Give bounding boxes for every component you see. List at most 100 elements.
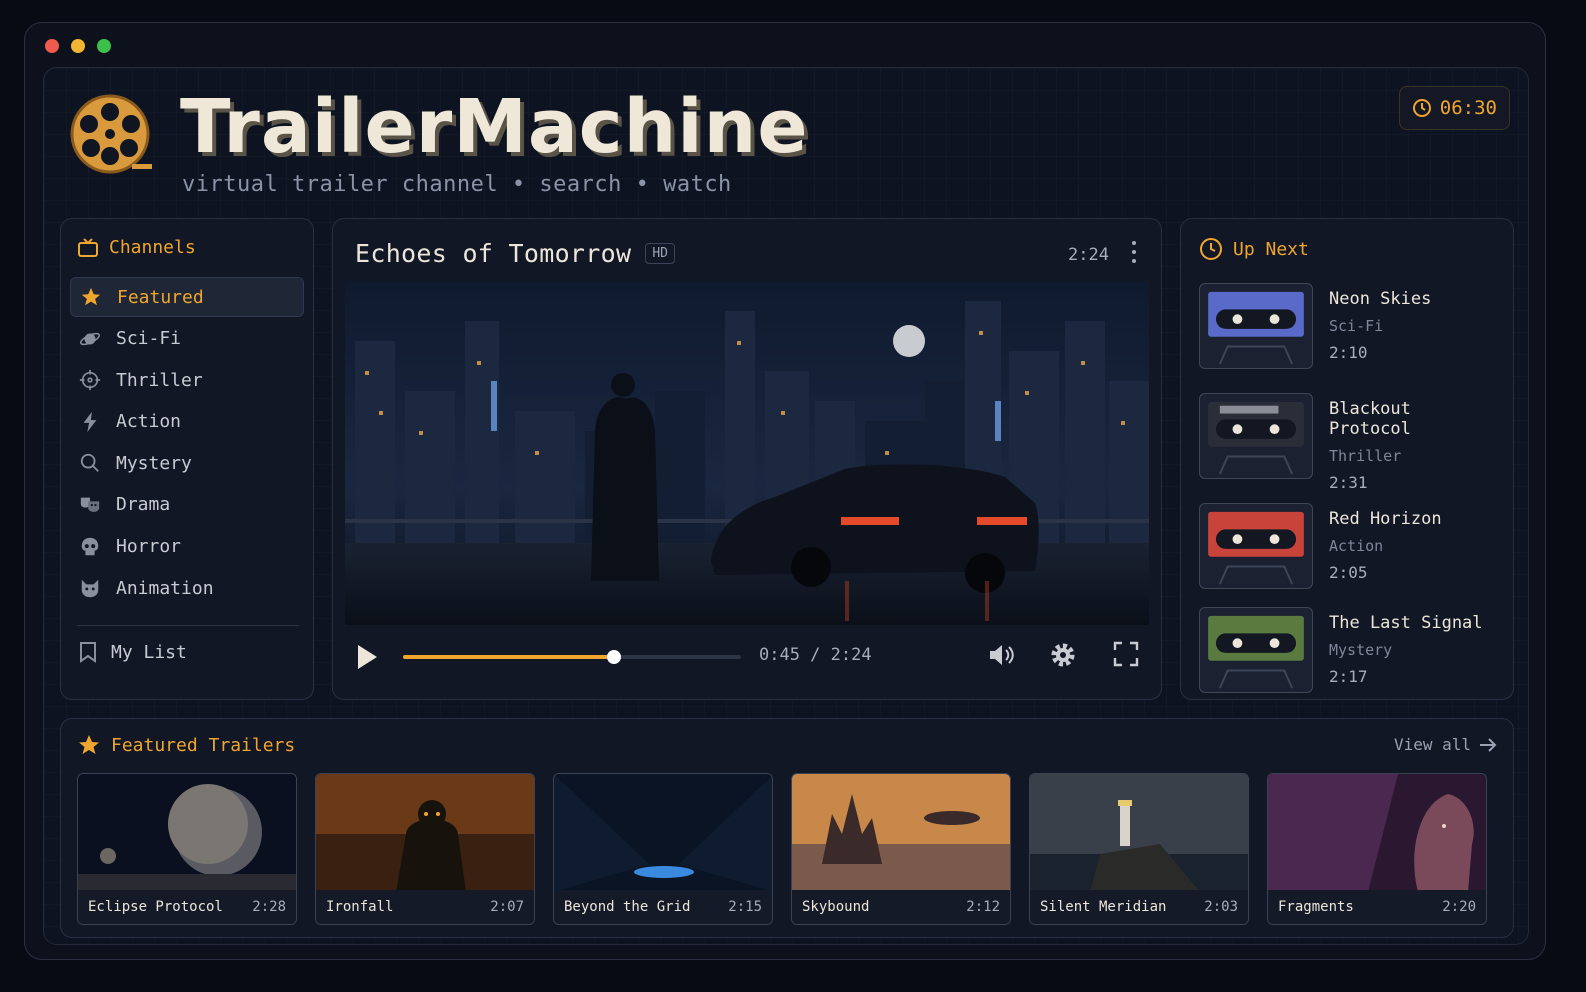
up-next-item-time: 2:10 bbox=[1329, 343, 1368, 362]
bookmark-icon bbox=[80, 642, 96, 663]
tv-icon bbox=[78, 237, 98, 257]
up-next-item[interactable]: Blackout Protocol Thriller 2:31 bbox=[1199, 393, 1499, 492]
volume-icon[interactable] bbox=[987, 641, 1017, 669]
my-list-label: My List bbox=[111, 641, 187, 663]
featured-cards: Eclipse Protocol 2:28 Ironfall 2:07 Beyo… bbox=[77, 773, 1487, 925]
cassette-thumbnail bbox=[1199, 283, 1313, 369]
settings-gear-icon[interactable] bbox=[1049, 641, 1077, 669]
trailer-title: Ironfall bbox=[326, 899, 394, 915]
trailer-duration: 2:12 bbox=[966, 899, 1000, 915]
progress-fill bbox=[403, 655, 615, 659]
trailer-card[interactable]: Skybound 2:12 bbox=[791, 773, 1011, 925]
up-next-item-genre: Action bbox=[1329, 537, 1384, 555]
channels-header: Channels bbox=[77, 237, 196, 258]
trailer-thumbnail bbox=[554, 774, 772, 892]
trailer-thumbnail bbox=[316, 774, 534, 892]
trailer-card[interactable]: Ironfall 2:07 bbox=[315, 773, 535, 925]
progress-handle[interactable] bbox=[607, 650, 622, 664]
close-window-button[interactable] bbox=[45, 39, 59, 53]
up-next-item-genre: Sci-Fi bbox=[1329, 317, 1384, 335]
channel-item-horror[interactable]: Horror bbox=[70, 527, 304, 567]
planet-icon bbox=[78, 327, 102, 351]
trailer-card[interactable]: Eclipse Protocol 2:28 bbox=[77, 773, 297, 925]
channel-label: Animation bbox=[116, 577, 214, 599]
play-button[interactable] bbox=[355, 643, 379, 671]
trailer-card-meta: Silent Meridian 2:03 bbox=[1030, 890, 1248, 924]
channel-item-action[interactable]: Action bbox=[70, 402, 304, 442]
channel-label: Mystery bbox=[116, 452, 192, 474]
up-next-info: Blackout Protocol Thriller 2:31 bbox=[1329, 399, 1499, 492]
channel-item-animation[interactable]: Animation bbox=[70, 568, 304, 608]
channels-title: Channels bbox=[109, 237, 196, 258]
trailer-card-meta: Skybound 2:12 bbox=[792, 890, 1010, 924]
up-next-item[interactable]: Red Horizon Action 2:05 bbox=[1199, 503, 1499, 591]
video-frame[interactable] bbox=[345, 281, 1149, 625]
cassette-thumbnail bbox=[1199, 503, 1313, 589]
star-icon bbox=[79, 285, 103, 309]
minimize-window-button[interactable] bbox=[71, 39, 85, 53]
view-all-link[interactable]: View all bbox=[1394, 735, 1497, 754]
clock-icon bbox=[1412, 99, 1431, 117]
trailer-duration: 2:15 bbox=[728, 899, 762, 915]
trailer-title: Silent Meridian bbox=[1040, 899, 1167, 915]
trailer-card[interactable]: Beyond the Grid 2:15 bbox=[553, 773, 773, 925]
trailer-duration: 2:28 bbox=[252, 899, 286, 915]
up-next-item-title: Red Horizon bbox=[1329, 509, 1442, 529]
my-list-link[interactable]: My List bbox=[79, 641, 187, 663]
lightning-icon bbox=[78, 410, 102, 434]
channel-label: Action bbox=[116, 411, 182, 433]
trailer-thumbnail bbox=[792, 774, 1010, 892]
channel-item-featured[interactable]: Featured bbox=[70, 277, 304, 317]
up-next-panel: Up Next Neon Skies Sci-Fi 2:10 Blackout … bbox=[1180, 218, 1514, 700]
featured-trailers-panel: Featured Trailers View all Eclipse Proto… bbox=[60, 718, 1514, 938]
channel-item-sci-fi[interactable]: Sci-Fi bbox=[70, 319, 304, 359]
channel-item-thriller[interactable]: Thriller bbox=[70, 360, 304, 400]
channel-item-mystery[interactable]: Mystery bbox=[70, 443, 304, 483]
up-next-item-time: 2:05 bbox=[1329, 563, 1368, 582]
trailer-card-meta: Eclipse Protocol 2:28 bbox=[78, 890, 296, 924]
more-options-icon[interactable] bbox=[1131, 241, 1137, 263]
playback-time: 0:45 / 2:24 bbox=[759, 645, 872, 665]
trailer-duration: 2:20 bbox=[1442, 899, 1476, 915]
up-next-item[interactable]: The Last Signal Mystery 2:17 bbox=[1199, 607, 1499, 695]
trailer-thumbnail bbox=[78, 774, 296, 892]
trailer-title: Fragments bbox=[1278, 899, 1354, 915]
trailer-card-meta: Beyond the Grid 2:15 bbox=[554, 890, 772, 924]
view-all-label: View all bbox=[1393, 735, 1471, 754]
channel-item-drama[interactable]: Drama bbox=[70, 485, 304, 525]
up-next-info: Red Horizon Action 2:05 bbox=[1329, 509, 1442, 582]
up-next-item-genre: Mystery bbox=[1329, 641, 1393, 659]
app-brand-title: TrailerMachine bbox=[180, 84, 809, 170]
up-next-item-title: Neon Skies bbox=[1329, 289, 1432, 309]
arrow-right-icon bbox=[1480, 737, 1497, 752]
up-next-info: The Last Signal Mystery 2:17 bbox=[1329, 613, 1483, 686]
masks-icon bbox=[78, 493, 102, 517]
hd-badge: HD bbox=[645, 243, 675, 264]
clock-badge: 06:30 bbox=[1398, 86, 1510, 130]
app-window: TrailerMachine virtual trailer channel •… bbox=[24, 22, 1546, 960]
clock-icon bbox=[1200, 238, 1222, 260]
trailer-card[interactable]: Silent Meridian 2:03 bbox=[1029, 773, 1249, 925]
trailer-card[interactable]: Fragments 2:20 bbox=[1267, 773, 1487, 925]
fullscreen-icon[interactable] bbox=[1113, 641, 1139, 667]
crosshair-icon bbox=[78, 368, 102, 392]
window-controls bbox=[45, 39, 111, 53]
magnifier-icon bbox=[78, 451, 102, 475]
channel-label: Horror bbox=[116, 536, 182, 558]
featured-header: Featured Trailers bbox=[77, 733, 295, 757]
up-next-item-genre: Thriller bbox=[1329, 447, 1402, 465]
featured-title: Featured Trailers bbox=[111, 734, 296, 756]
video-duration: 2:24 bbox=[1068, 245, 1109, 265]
app-tagline: virtual trailer channel • search • watch bbox=[182, 172, 732, 197]
up-next-item-title: The Last Signal bbox=[1329, 613, 1483, 633]
channel-label: Sci-Fi bbox=[116, 328, 182, 350]
progress-bar[interactable] bbox=[403, 650, 741, 664]
trailer-thumbnail bbox=[1030, 774, 1248, 892]
up-next-item[interactable]: Neon Skies Sci-Fi 2:10 bbox=[1199, 283, 1499, 371]
trailer-card-meta: Ironfall 2:07 bbox=[316, 890, 534, 924]
up-next-title: Up Next bbox=[1233, 238, 1309, 260]
maximize-window-button[interactable] bbox=[97, 39, 111, 53]
trailer-thumbnail bbox=[1268, 774, 1486, 892]
trailer-card-meta: Fragments 2:20 bbox=[1268, 890, 1486, 924]
trailer-title: Eclipse Protocol bbox=[88, 899, 223, 915]
